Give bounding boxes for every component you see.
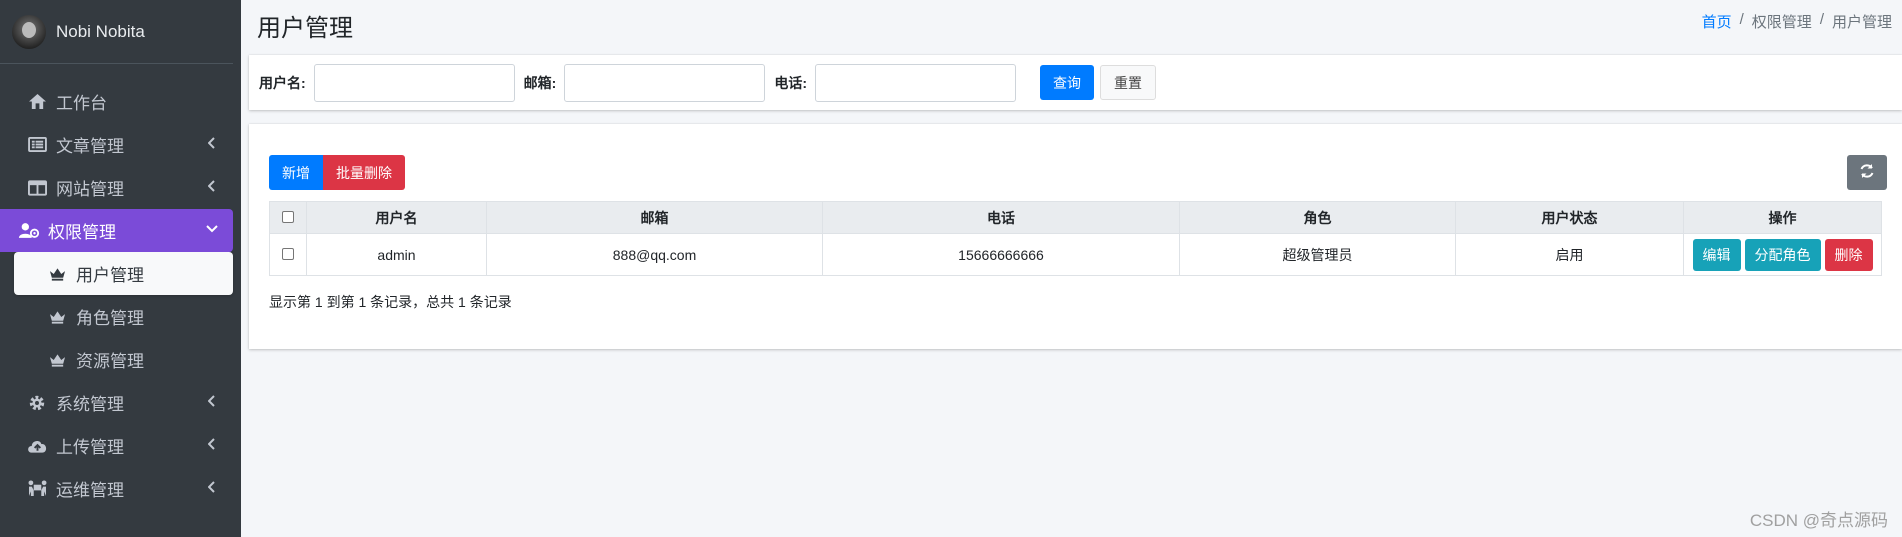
- delete-button[interactable]: 删除: [1824, 238, 1873, 271]
- refresh-icon: [1859, 163, 1875, 182]
- user-table-card: 新增 批量删除 用户名 邮箱 电话 角色 用户状态 操作 admin 888@q…: [249, 124, 1902, 349]
- sidebar-item-label: 系统管理: [56, 395, 124, 414]
- actions-cell: 编辑 分配角色 删除: [1683, 233, 1882, 276]
- add-user-button[interactable]: 新增: [269, 155, 323, 190]
- query-button[interactable]: 查询: [1040, 65, 1095, 100]
- list-icon: [26, 134, 48, 156]
- pagination-summary: 显示第 1 到第 1 条记录，总共 1 条记录: [269, 294, 512, 310]
- breadcrumb-item: 权限管理: [1751, 14, 1812, 31]
- sidebar-subitem-label: 资源管理: [76, 352, 144, 371]
- user-cog-icon: [18, 220, 40, 242]
- table-header-row: 用户名 邮箱 电话 角色 用户状态 操作: [269, 201, 1882, 234]
- refresh-button[interactable]: [1847, 155, 1887, 190]
- breadcrumb-current: 用户管理: [1831, 14, 1892, 31]
- sidebar-item-articles[interactable]: 文章管理: [8, 123, 233, 166]
- column-header[interactable]: 电话: [822, 201, 1180, 234]
- sidebar-item-label: 文章管理: [56, 137, 124, 156]
- crown-icon: [46, 306, 68, 328]
- chevron-left-icon: [205, 179, 219, 193]
- email-label: 邮箱:: [523, 74, 557, 91]
- sidebar-subitem-roles[interactable]: 角色管理: [14, 295, 233, 338]
- columns-icon: [26, 177, 48, 199]
- people-carry-icon: [26, 478, 48, 500]
- email-input[interactable]: [564, 63, 766, 102]
- sidebar-nav: 工作台 文章管理 网站管理 权限管理 用户管理 角色管理 资源管理 系统管理 上…: [0, 64, 241, 510]
- reset-button[interactable]: 重置: [1100, 65, 1157, 100]
- row-select-cell: [269, 233, 307, 276]
- column-header: 操作: [1683, 201, 1882, 234]
- sidebar-item-upload[interactable]: 上传管理: [8, 424, 233, 467]
- breadcrumb-separator: /: [1819, 11, 1824, 28]
- chevron-left-icon: [205, 480, 219, 494]
- sidebar-subitem-resources[interactable]: 资源管理: [14, 338, 233, 381]
- select-all-cell: [269, 201, 307, 234]
- chevron-down-icon: [205, 222, 219, 236]
- gear-icon: [26, 392, 48, 414]
- watermark: CSDN @奇点源码: [1749, 511, 1888, 530]
- role-cell: 超级管理员: [1179, 233, 1456, 276]
- sidebar-item-ops[interactable]: 运维管理: [8, 467, 233, 510]
- sidebar-item-website[interactable]: 网站管理: [8, 166, 233, 209]
- select-all-checkbox[interactable]: [282, 210, 294, 223]
- column-header[interactable]: 用户状态: [1455, 201, 1684, 234]
- breadcrumb: 首页 / 权限管理 / 用户管理: [1702, 11, 1892, 32]
- username-input[interactable]: [313, 63, 515, 102]
- user-name: Nobi Nobita: [56, 21, 145, 41]
- home-icon: [26, 91, 48, 113]
- table-row: admin 888@qq.com 15666666666 超级管理员 启用 编辑…: [269, 233, 1882, 276]
- sidebar-item-label: 工作台: [56, 94, 107, 113]
- user-table: 用户名 邮箱 电话 角色 用户状态 操作 admin 888@qq.com 15…: [269, 201, 1882, 276]
- user-panel[interactable]: Nobi Nobita: [0, 0, 233, 64]
- sidebar-item-label: 网站管理: [56, 180, 124, 199]
- sidebar-item-system[interactable]: 系统管理: [8, 381, 233, 424]
- phone-input[interactable]: [815, 63, 1017, 102]
- phone-cell: 15666666666: [822, 233, 1180, 276]
- status-cell: 启用: [1455, 233, 1684, 276]
- edit-button[interactable]: 编辑: [1692, 238, 1741, 271]
- page-title: 用户管理: [257, 15, 353, 42]
- sidebar-item-label: 运维管理: [56, 481, 124, 500]
- row-checkbox[interactable]: [282, 247, 294, 260]
- sidebar-item-label: 上传管理: [56, 438, 124, 457]
- sidebar-subitem-users[interactable]: 用户管理: [14, 252, 233, 295]
- assign-role-button[interactable]: 分配角色: [1744, 238, 1821, 271]
- sidebar-item-permissions[interactable]: 权限管理: [0, 209, 233, 252]
- phone-label: 电话:: [774, 74, 808, 91]
- breadcrumb-separator: /: [1739, 11, 1744, 28]
- sidebar: Nobi Nobita 工作台 文章管理 网站管理 权限管理 用户管理 角色管理…: [0, 0, 241, 537]
- chevron-left-icon: [205, 437, 219, 451]
- cloud-upload-icon: [26, 435, 48, 457]
- chevron-left-icon: [205, 136, 219, 150]
- avatar: [12, 14, 46, 49]
- column-header[interactable]: 邮箱: [486, 201, 823, 234]
- sidebar-item-label: 权限管理: [48, 223, 116, 242]
- sidebar-item-dashboard[interactable]: 工作台: [8, 80, 233, 123]
- crown-icon: [46, 263, 68, 285]
- table-toolbar: 新增 批量删除: [269, 155, 405, 190]
- sidebar-subitem-label: 用户管理: [76, 266, 144, 285]
- username-cell: admin: [306, 233, 487, 276]
- breadcrumb-home-link[interactable]: 首页: [1702, 11, 1732, 32]
- search-form: 用户名: 邮箱: 电话: 查询 重置: [249, 55, 1902, 110]
- batch-delete-button[interactable]: 批量删除: [323, 155, 405, 190]
- column-header[interactable]: 用户名: [306, 201, 487, 234]
- sidebar-subitem-label: 角色管理: [76, 309, 144, 328]
- email-cell: 888@qq.com: [486, 233, 823, 276]
- column-header[interactable]: 角色: [1179, 201, 1456, 234]
- username-label: 用户名:: [259, 74, 306, 91]
- chevron-left-icon: [205, 394, 219, 408]
- crown-icon: [46, 349, 68, 371]
- row-actions: 编辑 分配角色 删除: [1684, 238, 1881, 271]
